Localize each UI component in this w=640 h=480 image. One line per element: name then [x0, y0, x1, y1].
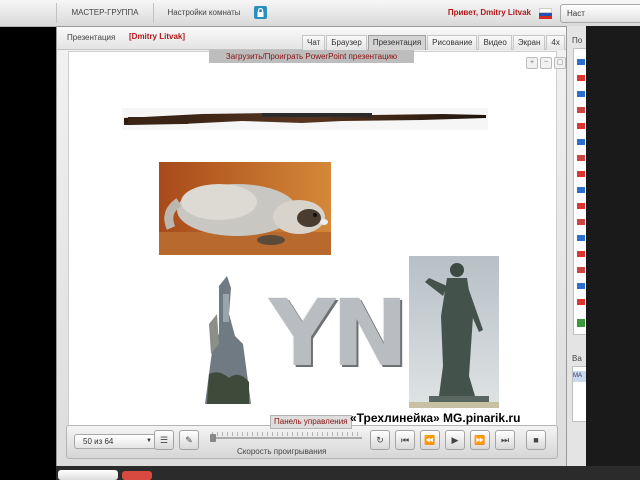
list-item[interactable]: МА: [573, 371, 587, 382]
zoom-out-icon[interactable]: −: [540, 57, 552, 69]
play-button[interactable]: ▶: [445, 430, 465, 450]
play-icon: ▶: [451, 435, 459, 445]
tab-presentation[interactable]: Презентация: [367, 35, 427, 50]
upload-powerpoint-button[interactable]: Загрузить/Проиграть PowerPoint презентац…: [209, 50, 414, 63]
tab-video[interactable]: Видео: [478, 35, 512, 50]
tab-master-group[interactable]: МАСТЕР-ГРУППА: [56, 3, 154, 23]
top-bar: МАСТЕР-ГРУППА Настройки комнаты Привет, …: [0, 0, 640, 27]
speed-slider-ticks: [212, 432, 362, 436]
first-slide-button[interactable]: ⏮: [395, 430, 415, 450]
speed-label: Скорость проигрывания: [237, 447, 327, 456]
rewind-button[interactable]: ⏪: [420, 430, 440, 450]
speed-slider[interactable]: [212, 437, 362, 439]
pen-button[interactable]: ✎: [179, 430, 199, 450]
presentation-panel: Презентация [Dmitry Litvak] Чат Браузер …: [56, 26, 568, 468]
tab-chat[interactable]: Чат: [302, 35, 326, 50]
control-panel-label[interactable]: Панель управления: [270, 415, 352, 429]
rifle-image: [122, 108, 488, 130]
panel-title: Презентация: [67, 33, 116, 42]
skip-first-icon: ⏮: [400, 435, 410, 445]
fit-page-icon[interactable]: ▢: [554, 57, 566, 69]
ferret-image: [159, 162, 331, 255]
right-panel-2-title: Ва: [572, 354, 582, 363]
page-selector[interactable]: 50 из 64 ▼: [74, 434, 157, 449]
fast-forward-button[interactable]: ⏩: [470, 430, 490, 450]
slide-canvas[interactable]: + − ▢ YN: [68, 51, 566, 443]
refresh-button[interactable]: ↻: [370, 430, 390, 450]
slide-big-letters: YN: [269, 280, 409, 387]
stop-button[interactable]: ■: [526, 430, 546, 450]
panel-tabs: Чат Браузер Презентация Рисование Видео …: [301, 35, 565, 50]
tab-4x[interactable]: 4x: [546, 35, 565, 50]
russian-flag-icon[interactable]: [539, 8, 552, 19]
zoom-in-icon[interactable]: +: [526, 57, 538, 69]
chevron-down-icon: ▼: [146, 438, 152, 444]
refresh-icon: ↻: [376, 435, 384, 445]
tab-drawing[interactable]: Рисование: [427, 35, 478, 50]
tab-room-settings[interactable]: Настройки комнаты: [154, 3, 254, 23]
tab-browser[interactable]: Браузер: [326, 35, 367, 50]
lock-icon[interactable]: [254, 6, 267, 19]
slides-list-button[interactable]: ☰: [154, 430, 174, 450]
greeting-text: Привет, Dmitry Litvak: [447, 8, 531, 17]
participant-flags: [577, 59, 585, 327]
right-panel-title: По: [572, 36, 583, 45]
settings-button[interactable]: Наст: [560, 4, 640, 23]
zoom-tools: + − ▢: [524, 57, 566, 69]
pen-icon: ✎: [185, 435, 193, 445]
list-icon: ☰: [159, 435, 169, 445]
rewind-icon: ⏪: [424, 435, 436, 445]
last-slide-button[interactable]: ⏭: [495, 430, 515, 450]
statue-image: [409, 256, 499, 408]
panel-header: Презентация [Dmitry Litvak] Чат Браузер …: [57, 27, 567, 50]
bottom-button[interactable]: [58, 470, 118, 480]
page-indicator: 50 из 64: [83, 437, 114, 446]
bottom-red-button[interactable]: [122, 471, 152, 480]
skip-last-icon: ⏭: [500, 435, 510, 445]
panel-user-tag: [Dmitry Litvak]: [129, 32, 186, 41]
tab-screen[interactable]: Экран: [512, 35, 546, 50]
outer-background: [586, 26, 640, 480]
fast-forward-icon: ⏩: [474, 435, 486, 445]
stop-icon: ■: [533, 435, 539, 445]
playback-controls: 50 из 64 ▼ ☰ ✎ Скорость проигрывания ↻ ⏮…: [66, 425, 558, 459]
speed-slider-handle[interactable]: [210, 434, 216, 442]
watermark-caption: «Трехлинейка» MG.pinarik.ru: [350, 411, 521, 425]
monument-image: [199, 274, 257, 408]
participants-list[interactable]: [573, 48, 587, 335]
